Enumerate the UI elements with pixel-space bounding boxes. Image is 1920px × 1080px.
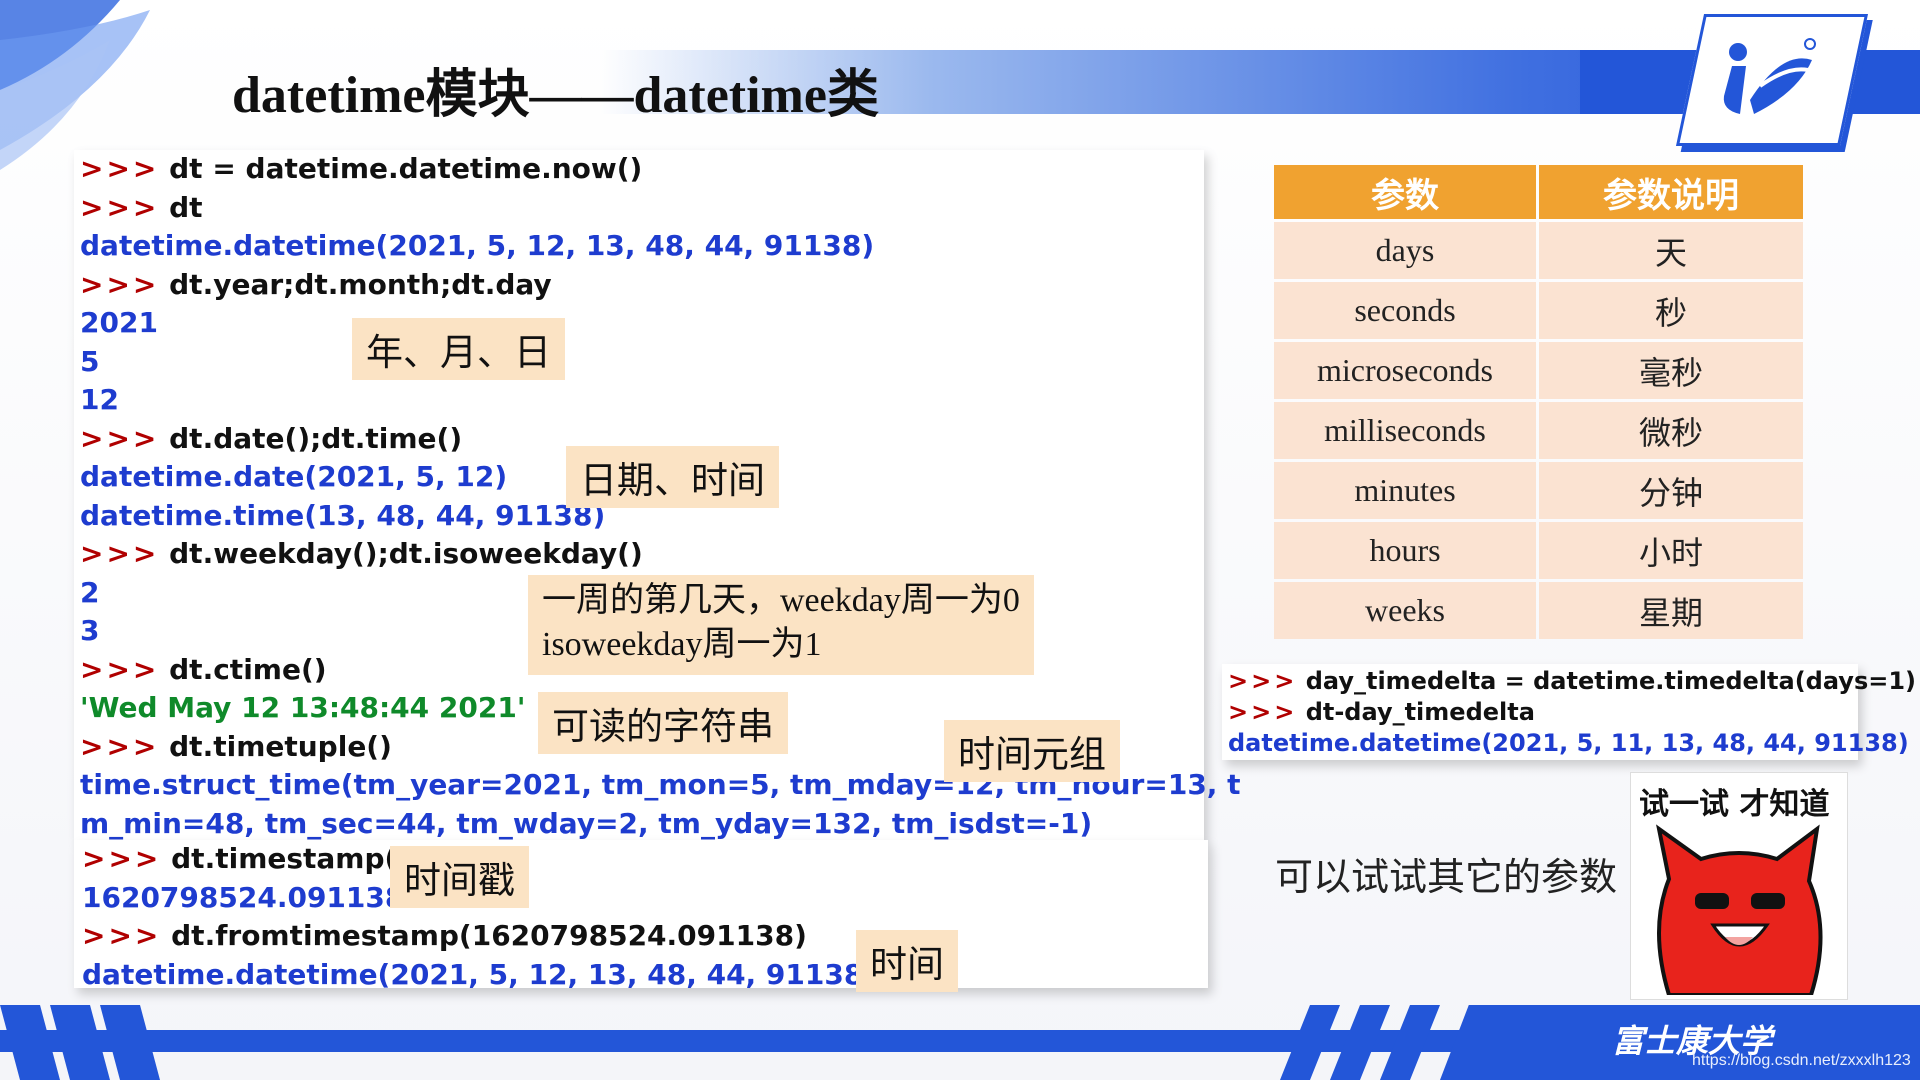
note-time-tuple: 时间元组 <box>944 720 1120 782</box>
code-line: >>> dt = datetime.datetime.now() <box>80 150 1241 189</box>
note-date-time: 日期、时间 <box>566 446 779 508</box>
code-line: datetime.datetime(2021, 5, 11, 13, 48, 4… <box>1228 728 1916 759</box>
sticker-caption: 试一试 才知道 <box>1639 787 1830 822</box>
code-prompt: >>> <box>80 190 160 224</box>
table-header-param: 参数 <box>1274 165 1536 219</box>
university-logo-icon <box>1723 38 1816 114</box>
note-timestamp: 时间戳 <box>390 846 529 908</box>
code-output: 12 <box>80 383 119 416</box>
code-command: dt.date();dt.time() <box>169 421 463 455</box>
code-command: dt.fromtimestamp(1620798524.091138) <box>171 919 807 952</box>
table-header-row: 参数 参数说明 <box>1274 165 1803 219</box>
table-row: milliseconds 微秒 <box>1274 402 1803 459</box>
code-panel-timedelta: >>> day_timedelta = datetime.timedelta(d… <box>1222 664 1916 760</box>
code-line: 5 <box>80 343 1241 382</box>
meme-sticker: 试一试 才知道 <box>1630 772 1848 1000</box>
code-prompt: >>> <box>80 729 160 763</box>
code-output: 3 <box>80 614 100 647</box>
code-line: >>> dt.fromtimestamp(1620798524.091138) <box>82 917 876 956</box>
code-prompt: >>> <box>80 267 160 301</box>
code-output: 2021 <box>80 306 158 339</box>
code-line: datetime.datetime(2021, 5, 12, 13, 48, 4… <box>82 956 876 995</box>
code-output: datetime.datetime(2021, 5, 12, 13, 48, 4… <box>82 957 877 991</box>
code-line: 12 <box>80 381 1241 420</box>
table-row: weeks 星期 <box>1274 582 1803 639</box>
code-panel-timestamp: >>> dt.timestamp() 1620798524.091138 >>> d… <box>74 840 1208 991</box>
table-cell-desc: 天 <box>1539 222 1803 279</box>
code-line: >>> dt.year;dt.month;dt.day <box>80 266 1241 305</box>
table-row: seconds 秒 <box>1274 282 1803 339</box>
code-output: 2 <box>80 575 100 609</box>
note-readable-string: 可读的字符串 <box>538 692 788 754</box>
table-cell-param: days <box>1274 222 1536 279</box>
table-row: microseconds 毫秒 <box>1274 342 1803 399</box>
table-cell-param: microseconds <box>1274 342 1536 399</box>
table-cell-param: seconds <box>1274 282 1536 339</box>
code-command: dt = datetime.datetime.now() <box>169 152 643 185</box>
red-cat-icon <box>1656 824 1823 995</box>
code-line: >>> dt.weekday();dt.isoweekday() <box>80 535 1241 574</box>
code-line: >>> dt-day_timedelta <box>1228 697 1916 728</box>
note-ymd: 年、月、日 <box>352 318 565 380</box>
code-output: datetime.datetime(2021, 5, 12, 13, 48, 4… <box>80 229 875 262</box>
code-output: datetime.time(13, 48, 44, 91138) <box>80 498 606 532</box>
code-prompt: >>> <box>80 537 160 570</box>
code-output: datetime.datetime(2021, 5, 11, 13, 48, 4… <box>1228 729 1909 757</box>
code-output: 1620798524.091138 <box>82 880 405 914</box>
note-weekday-line2: isoweekday周一为1 <box>542 626 822 663</box>
code-block-timedelta: >>> day_timedelta = datetime.timedelta(d… <box>1228 666 1916 759</box>
table-cell-param: minutes <box>1274 462 1536 519</box>
table-cell-param: weeks <box>1274 582 1536 639</box>
code-command: dt <box>169 190 203 224</box>
timedelta-params-table: 参数 参数说明 days 天 seconds 秒 microseconds 毫秒 milli… <box>1271 162 1806 642</box>
table-cell-param: milliseconds <box>1274 402 1536 459</box>
code-command: dt.weekday();dt.isoweekday() <box>169 537 643 570</box>
code-line: 2021 <box>80 304 1241 343</box>
page-title: datetime模块——datetime类 <box>232 67 879 124</box>
note-weekday-line1: 一周的第几天，weekday周一为0 <box>542 582 1020 619</box>
code-prompt: >>> <box>80 152 160 185</box>
table-row: minutes 分钟 <box>1274 462 1803 519</box>
code-command: dt.timestamp() <box>171 842 411 875</box>
code-output: 5 <box>80 344 100 378</box>
note-weekday: 一周的第几天，weekday周一为0 isoweekday周一为1 <box>528 575 1034 675</box>
code-line: >>> day_timedelta = datetime.timedelta(d… <box>1228 666 1916 697</box>
code-command: dt.timetuple() <box>169 729 392 763</box>
table-cell-desc: 小时 <box>1539 522 1803 579</box>
code-line: datetime.datetime(2021, 5, 12, 13, 48, 4… <box>80 227 1241 266</box>
code-prompt: >>> <box>80 421 160 455</box>
table-cell-desc: 毫秒 <box>1539 342 1803 399</box>
table-cell-desc: 分钟 <box>1539 462 1803 519</box>
code-command: dt.year;dt.month;dt.day <box>169 267 552 301</box>
code-prompt: >>> <box>82 842 162 875</box>
code-command: dt.ctime() <box>169 652 327 686</box>
code-output: datetime.date(2021, 5, 12) <box>80 460 508 493</box>
code-output: m_min=48, tm_sec=44, tm_wday=2, tm_yday=… <box>80 806 1093 840</box>
code-command: day_timedelta = datetime.timedelta(days=… <box>1305 667 1916 695</box>
code-prompt: >>> <box>1228 667 1298 695</box>
code-prompt: >>> <box>82 919 162 952</box>
note-time: 时间 <box>856 930 958 992</box>
code-line: >>> dt <box>80 189 1241 228</box>
footer-url: https://blog.csdn.net/zxxxlh123 <box>1692 1052 1911 1069</box>
table-row: hours 小时 <box>1274 522 1803 579</box>
code-prompt: >>> <box>1228 698 1298 726</box>
code-command: dt-day_timedelta <box>1305 698 1535 726</box>
table-cell-param: hours <box>1274 522 1536 579</box>
code-prompt: >>> <box>80 652 160 686</box>
table-cell-desc: 微秒 <box>1539 402 1803 459</box>
hint-text: 可以试试其它的参数 <box>1275 855 1618 899</box>
code-line: m_min=48, tm_sec=44, tm_wday=2, tm_yday=… <box>80 805 1241 844</box>
table-row: days 天 <box>1274 222 1803 279</box>
footer-mid-decoration <box>1280 1005 1440 1080</box>
code-output: 'Wed May 12 13:48:44 2021' <box>80 691 526 724</box>
table-header-desc: 参数说明 <box>1539 165 1803 219</box>
table-cell-desc: 秒 <box>1539 282 1803 339</box>
corner-petal-decoration <box>0 0 150 170</box>
table-cell-desc: 星期 <box>1539 582 1803 639</box>
